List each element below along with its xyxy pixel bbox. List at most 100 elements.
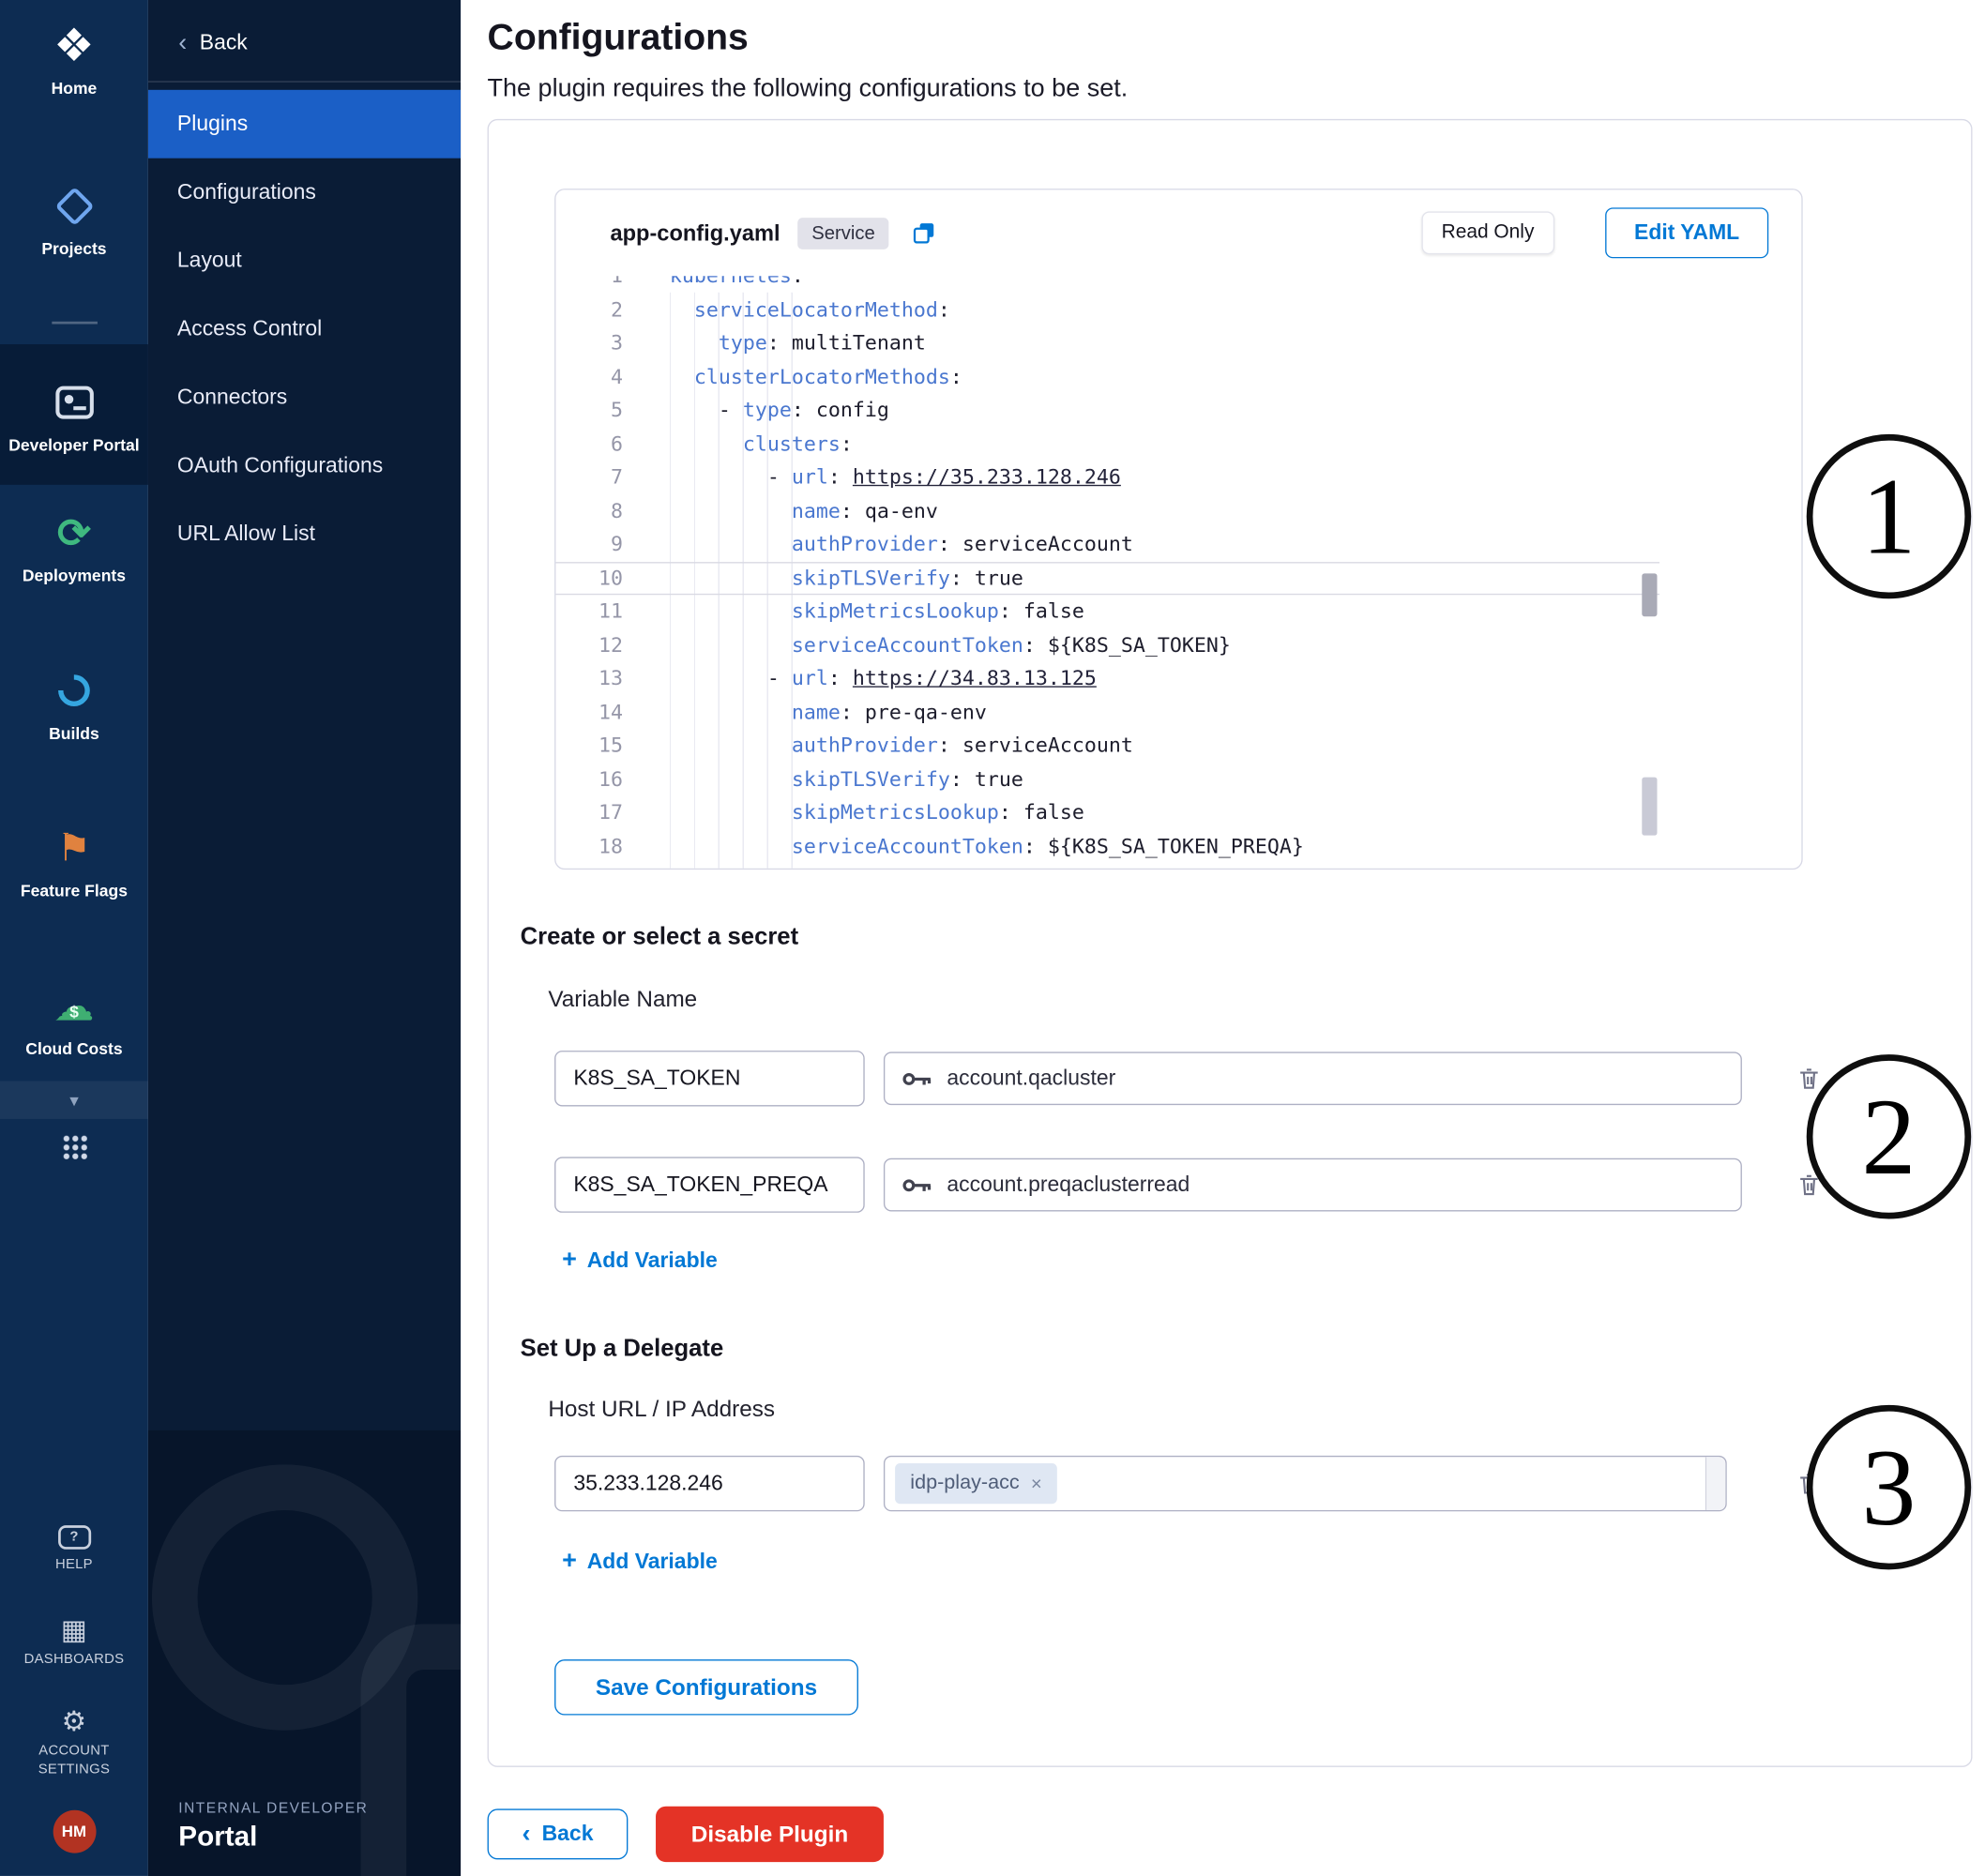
line-code: skipMetricsLookup: false bbox=[623, 796, 1084, 830]
line-number: 9 bbox=[555, 528, 623, 562]
save-configurations-button[interactable]: Save Configurations bbox=[554, 1659, 858, 1715]
nav-help[interactable]: ? HELP bbox=[0, 1525, 148, 1574]
nav-builds[interactable]: Builds bbox=[0, 660, 148, 750]
line-number: 17 bbox=[555, 796, 623, 830]
chevron-left-icon: ‹ bbox=[178, 30, 187, 55]
line-number: 11 bbox=[555, 595, 623, 628]
secret-row: account.preqaclusterread bbox=[554, 1157, 1823, 1212]
scrollbar-thumb[interactable] bbox=[1642, 573, 1657, 616]
developer-portal-icon bbox=[55, 377, 93, 428]
yaml-line: 12 serviceAccountToken: ${K8S_SA_TOKEN} bbox=[555, 628, 1659, 662]
dashboards-icon: ▦ bbox=[61, 1617, 87, 1645]
add-variable-link[interactable]: + Add Variable bbox=[562, 1547, 718, 1576]
sidebar-item-connectors[interactable]: Connectors bbox=[148, 363, 461, 431]
add-variable-label: Add Variable bbox=[587, 1248, 718, 1273]
line-code: clusterLocatorMethods: bbox=[623, 360, 962, 394]
module-picker-grid-icon[interactable] bbox=[61, 1134, 86, 1159]
nav-feature-flags[interactable]: ⚑ Feature Flags bbox=[0, 818, 148, 908]
plus-icon: + bbox=[562, 1547, 577, 1576]
sidebar-footer: INTERNAL DEVELOPER Portal bbox=[178, 1801, 368, 1853]
sidebar-item-plugins[interactable]: Plugins bbox=[148, 90, 461, 159]
secret-selector[interactable]: account.qacluster bbox=[884, 1051, 1742, 1105]
remove-tag-icon[interactable]: × bbox=[1031, 1473, 1042, 1494]
variable-name-input[interactable] bbox=[554, 1051, 865, 1106]
user-avatar[interactable]: HM bbox=[53, 1810, 96, 1853]
page-subtitle: The plugin requires the following config… bbox=[488, 75, 1985, 104]
read-only-badge: Read Only bbox=[1421, 211, 1554, 254]
sidebar-item-oauth-configurations[interactable]: OAuth Configurations bbox=[148, 431, 461, 500]
line-code: type: multiTenant bbox=[623, 326, 926, 360]
nav-deployments-label: Deployments bbox=[23, 566, 126, 587]
yaml-line: 6 clusters: bbox=[555, 427, 1659, 461]
edit-yaml-button[interactable]: Edit YAML bbox=[1605, 207, 1768, 258]
builds-icon bbox=[58, 665, 90, 716]
nav-developer-portal[interactable]: Developer Portal bbox=[3, 377, 145, 457]
add-variable-link[interactable]: + Add Variable bbox=[562, 1246, 718, 1275]
secret-value: account.preqaclusterread bbox=[947, 1172, 1189, 1198]
line-code: serviceLocatorMethod: bbox=[623, 293, 950, 326]
line-code: name: qa-env bbox=[623, 494, 938, 528]
nav-home[interactable]: ❖ Home bbox=[0, 15, 148, 105]
line-number: 3 bbox=[555, 326, 623, 360]
modules-collapse-toggle[interactable]: ▾ bbox=[0, 1082, 148, 1119]
sidebar-item-configurations[interactable]: Configurations bbox=[148, 159, 461, 227]
variable-name-label: Variable Name bbox=[548, 986, 697, 1012]
yaml-line: 4 clusterLocatorMethods: bbox=[555, 360, 1659, 394]
sidebar-item-url-allow-list[interactable]: URL Allow List bbox=[148, 500, 461, 568]
configurations-panel: app-config.yaml Service Read Only Edit Y… bbox=[488, 119, 1973, 1767]
module-sidebar: ❖ Home Projects Developer Portal ⟳ Deplo… bbox=[0, 0, 148, 1876]
nav-projects[interactable]: Projects bbox=[0, 175, 148, 265]
nav-account-settings[interactable]: ⚙ ACCOUNT SETTINGS bbox=[0, 1708, 148, 1779]
nav-cloud-costs[interactable]: ☁$ Cloud Costs bbox=[0, 976, 148, 1067]
line-number: 12 bbox=[555, 628, 623, 662]
feature-flags-icon: ⚑ bbox=[57, 824, 91, 874]
yaml-code-viewport[interactable]: 1kubernetes:2 serviceLocatorMethod:3 typ… bbox=[555, 276, 1659, 870]
line-code: clusters: bbox=[623, 427, 853, 461]
line-number: 16 bbox=[555, 763, 623, 796]
scrollbar-thumb[interactable] bbox=[1642, 778, 1657, 836]
nav-builds-label: Builds bbox=[49, 723, 99, 745]
back-link-label: Back bbox=[200, 30, 248, 55]
variable-name-input[interactable] bbox=[554, 1157, 865, 1212]
line-code: skipTLSVerify: true bbox=[623, 763, 1023, 796]
yaml-line: 11 skipMetricsLookup: false bbox=[555, 595, 1659, 628]
delegate-row: idp-play-acc × bbox=[554, 1456, 1823, 1511]
host-url-input[interactable] bbox=[554, 1456, 865, 1511]
yaml-line: 10 skipTLSVerify: true bbox=[555, 561, 1659, 595]
service-badge: Service bbox=[797, 217, 888, 249]
delete-row-icon[interactable] bbox=[1796, 1065, 1824, 1093]
chevron-down-icon: ▾ bbox=[69, 1090, 78, 1112]
yaml-line: 16 skipTLSVerify: true bbox=[555, 763, 1659, 796]
decor-rounded-square bbox=[361, 1624, 462, 1876]
delegate-tags-field[interactable]: idp-play-acc × bbox=[884, 1456, 1727, 1511]
disable-plugin-button[interactable]: Disable Plugin bbox=[656, 1807, 884, 1862]
yaml-card-header: app-config.yaml Service Read Only Edit Y… bbox=[555, 189, 1801, 276]
main-content: Configurations The plugin requires the f… bbox=[461, 0, 1985, 1876]
secret-value: account.qacluster bbox=[947, 1066, 1115, 1091]
key-icon bbox=[902, 1176, 932, 1193]
chevron-left-icon: ‹ bbox=[522, 1822, 530, 1847]
nav-dashboards-label: DASHBOARDS bbox=[24, 1651, 125, 1670]
page-title: Configurations bbox=[488, 18, 1985, 60]
nav-deployments[interactable]: ⟳ Deployments bbox=[0, 502, 148, 592]
line-code: name: pre-qa-env bbox=[623, 696, 987, 730]
line-code: authProvider: serviceAccount bbox=[623, 528, 1133, 562]
sidebar-item-access-control[interactable]: Access Control bbox=[148, 295, 461, 363]
host-url-label: Host URL / IP Address bbox=[548, 1396, 775, 1422]
back-link[interactable]: ‹ Back bbox=[148, 0, 461, 81]
sidebar-divider bbox=[148, 81, 461, 82]
secret-selector[interactable]: account.preqaclusterread bbox=[884, 1158, 1742, 1212]
line-code: serviceAccountToken: ${K8S_SA_TOKEN} bbox=[623, 628, 1231, 662]
yaml-filename: app-config.yaml bbox=[610, 219, 780, 246]
yaml-line: 13 - url: https://34.83.13.125 bbox=[555, 662, 1659, 696]
line-code: skipMetricsLookup: false bbox=[623, 595, 1084, 628]
line-number: 7 bbox=[555, 461, 623, 494]
copy-icon[interactable] bbox=[912, 220, 937, 246]
back-button[interactable]: ‹ Back bbox=[488, 1808, 629, 1859]
sidebar-item-layout[interactable]: Layout bbox=[148, 227, 461, 295]
yaml-line: 7 - url: https://35.233.128.246 bbox=[555, 461, 1659, 494]
delegate-heading: Set Up a Delegate bbox=[521, 1336, 724, 1364]
yaml-line: 15 authProvider: serviceAccount bbox=[555, 729, 1659, 763]
tag-field-end-cap bbox=[1705, 1457, 1726, 1510]
nav-dashboards[interactable]: ▦ DASHBOARDS bbox=[0, 1617, 148, 1670]
